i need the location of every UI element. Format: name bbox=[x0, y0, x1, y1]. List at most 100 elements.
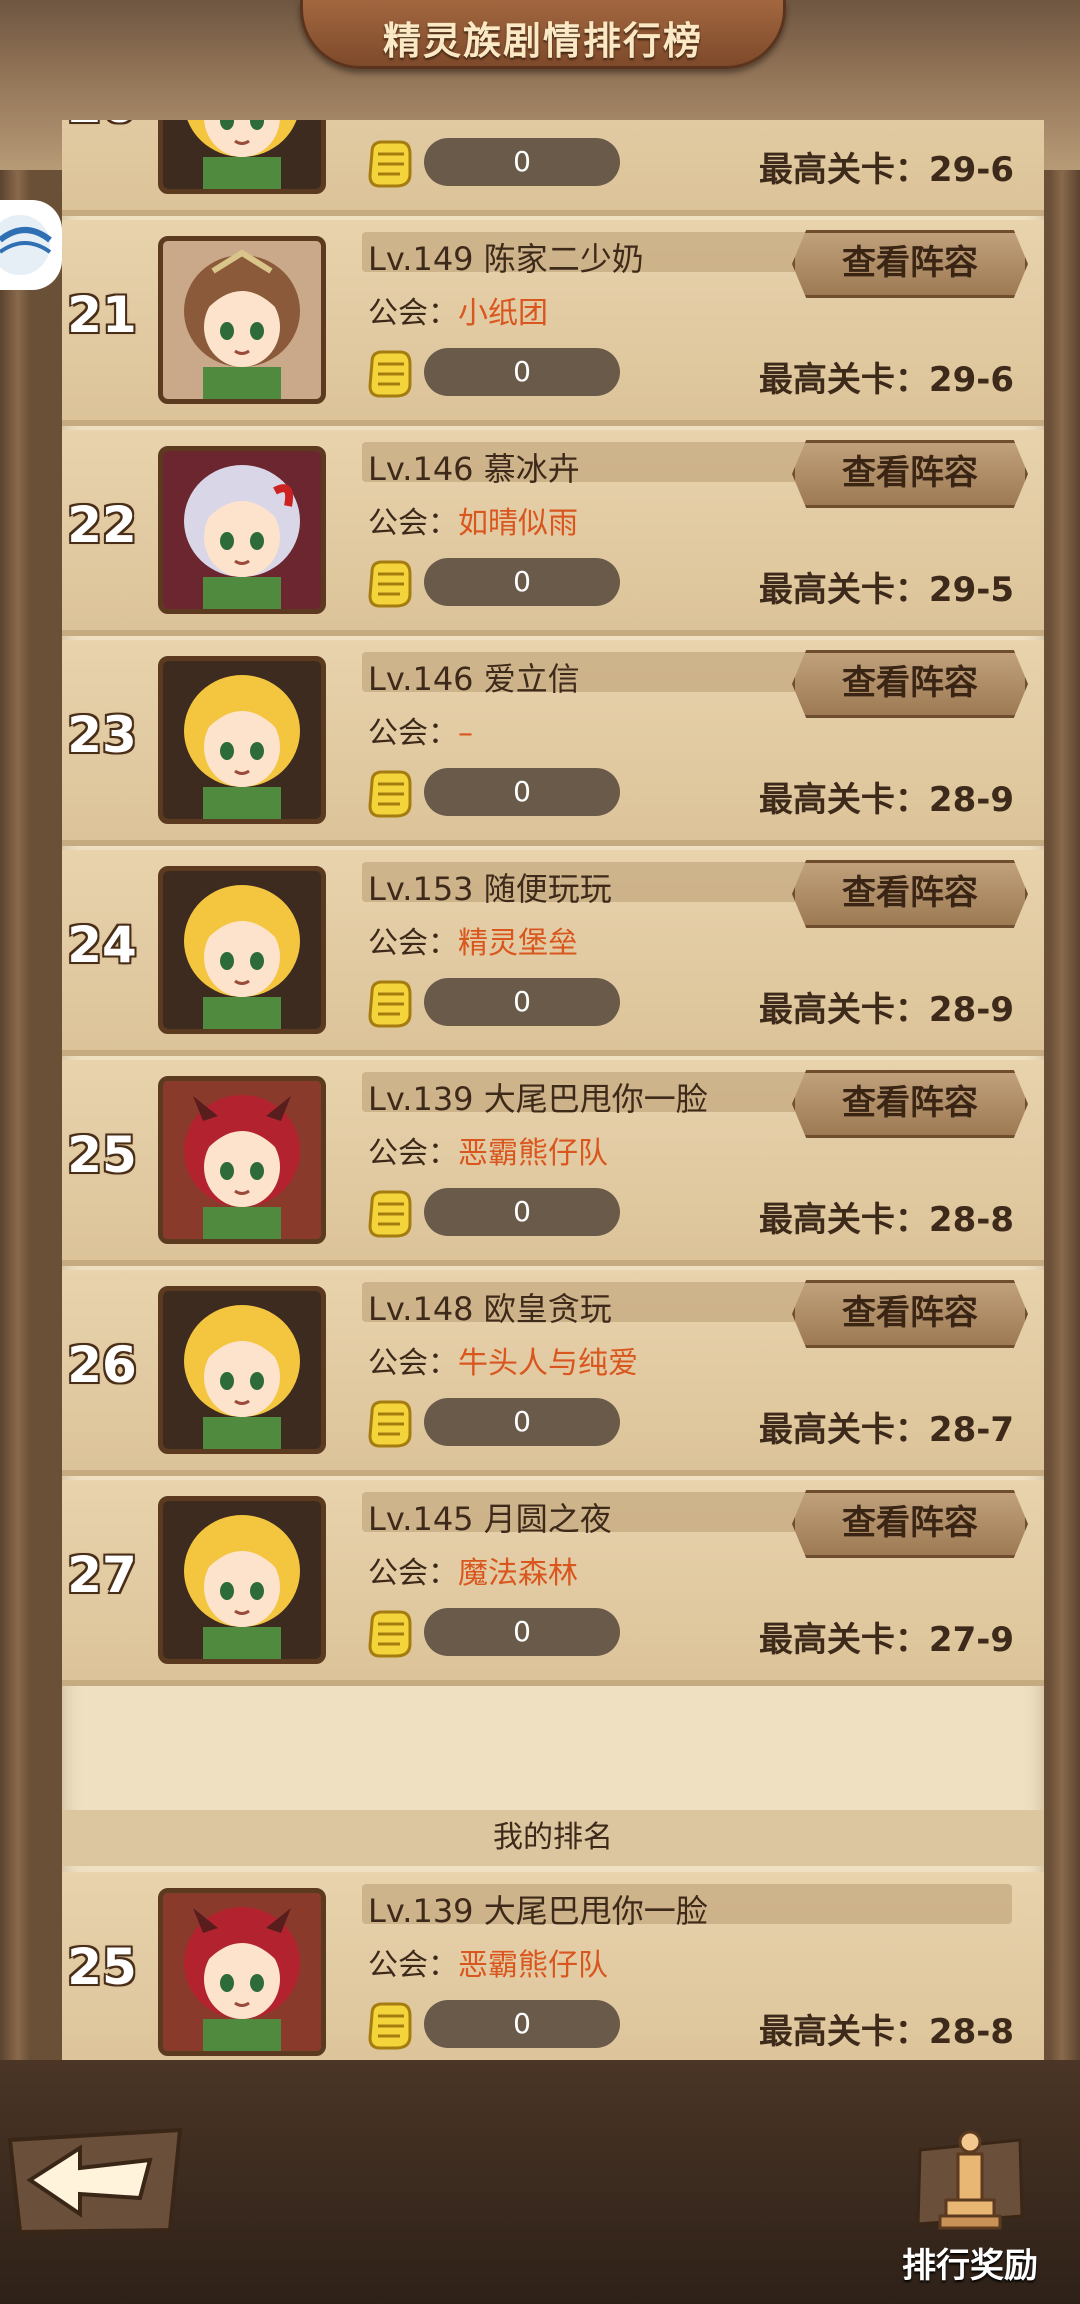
view-lineup-button[interactable]: 查看阵容 bbox=[792, 860, 1028, 928]
player-level: Lv.139 bbox=[368, 1080, 474, 1118]
guild-line: 公会：魔法森林 bbox=[368, 1548, 578, 1592]
rank-number: 23 bbox=[67, 706, 137, 764]
brunette-girl-icon[interactable] bbox=[158, 236, 326, 404]
ranking-reward-button[interactable]: 排行奖励 bbox=[880, 2120, 1060, 2290]
like-fist-icon[interactable] bbox=[364, 764, 414, 820]
highest-stage: 最高关卡：28-9 bbox=[759, 982, 1014, 1031]
ranking-row[interactable]: 21 Lv.149 陈家二少奶公会：小纸团 0 最高关卡：29-6 查看阵容 bbox=[62, 220, 1044, 426]
like-count: 0 bbox=[424, 1608, 620, 1656]
ranking-row[interactable]: 23 Lv.146 爱立信 公会：– 0 最高关卡：28-9 查看阵容 bbox=[62, 640, 1044, 846]
view-lineup-button[interactable]: 查看阵容 bbox=[792, 440, 1028, 508]
ranking-row[interactable]: 22 Lv.146 慕冰卉 公会：如晴似雨 0 最高关卡：29-5 查看阵容 bbox=[62, 430, 1044, 636]
stage-value: 28-9 bbox=[928, 780, 1014, 820]
stage-prefix: 最高关卡： bbox=[758, 360, 929, 400]
highest-stage: 最高关卡：29-6 bbox=[759, 352, 1014, 401]
view-lineup-button[interactable]: 查看阵容 bbox=[792, 1490, 1028, 1558]
player-level: Lv.146 bbox=[368, 450, 474, 488]
ranking-row[interactable]: 20 公会：王者荣耀 0 最高关卡：29-6 bbox=[62, 120, 1044, 216]
blonde-elf-icon[interactable] bbox=[158, 866, 326, 1034]
highest-stage: 最高关卡：28-8 bbox=[759, 2004, 1014, 2053]
red-hair-demon-icon[interactable] bbox=[158, 1888, 326, 2056]
player-name-line: Lv.146 慕冰卉 bbox=[368, 444, 580, 490]
blonde-elf-icon[interactable] bbox=[158, 656, 326, 824]
ranking-row[interactable]: 27 Lv.145 月圆之夜 公会：魔法森林 0 最高关卡：27-9 查看阵容 bbox=[62, 1480, 1044, 1686]
blonde-elf-icon[interactable] bbox=[158, 1496, 326, 1664]
ranking-reward-label: 排行奖励 bbox=[902, 2246, 1038, 2286]
like-count: 0 bbox=[424, 1188, 620, 1236]
player-name: 大尾巴甩你一脸 bbox=[483, 1892, 708, 1930]
like-count: 0 bbox=[424, 558, 620, 606]
view-lineup-button[interactable]: 查看阵容 bbox=[792, 1280, 1028, 1348]
like-fist-icon[interactable] bbox=[364, 554, 414, 610]
stage-value: 28-7 bbox=[928, 1410, 1014, 1450]
player-name: 慕冰卉 bbox=[483, 450, 580, 488]
ranking-row[interactable]: 24 Lv.153 随便玩玩 公会：精灵堡垒 0 最高关卡：28-9 查看阵容 bbox=[62, 850, 1044, 1056]
trophy-chess-icon bbox=[916, 2130, 1024, 2230]
guild-name: 恶霸熊仔队 bbox=[458, 1136, 608, 1171]
view-lineup-button[interactable]: 查看阵容 bbox=[792, 1070, 1028, 1138]
rank-number: 20 bbox=[62, 120, 142, 134]
rank-number: 22 bbox=[67, 496, 137, 554]
stage-prefix: 最高关卡： bbox=[758, 150, 929, 190]
highest-stage: 最高关卡：28-7 bbox=[759, 1402, 1014, 1451]
like-count: 0 bbox=[424, 2000, 620, 2048]
ranking-row[interactable]: 25 Lv.139 大尾巴甩你一脸 公会：恶霸熊仔队 0 最高关卡：28-8 查看阵容 bbox=[62, 1060, 1044, 1266]
blonde-elf-icon[interactable] bbox=[158, 1286, 326, 1454]
like-count: 0 bbox=[424, 978, 620, 1026]
like-fist-icon[interactable] bbox=[364, 344, 414, 400]
player-name-line: Lv.139 大尾巴甩你一脸 bbox=[368, 1886, 708, 1932]
back-button[interactable] bbox=[0, 2120, 190, 2240]
highest-stage: 最高关卡：29-6 bbox=[759, 142, 1014, 191]
view-lineup-button[interactable]: 查看阵容 bbox=[792, 650, 1028, 718]
guild-name: 牛头人与纯爱 bbox=[458, 1346, 638, 1381]
blonde-elf-icon[interactable] bbox=[158, 120, 326, 194]
like-count: 0 bbox=[424, 138, 620, 186]
like-fist-icon[interactable] bbox=[364, 974, 414, 1030]
player-level: Lv.153 bbox=[368, 870, 474, 908]
player-name: 大尾巴甩你一脸 bbox=[483, 1080, 708, 1118]
guild-line: 公会：小纸团 bbox=[368, 288, 548, 332]
player-level: Lv.149 bbox=[368, 240, 474, 278]
guild-prefix: 公会： bbox=[368, 506, 458, 541]
player-name-line: Lv.145 月圆之夜 bbox=[368, 1494, 612, 1540]
stage-prefix: 最高关卡： bbox=[758, 1410, 929, 1450]
player-level: Lv.148 bbox=[368, 1290, 474, 1328]
player-level: Lv.146 bbox=[368, 660, 474, 698]
like-fist-icon[interactable] bbox=[364, 134, 414, 190]
guild-name: 小纸团 bbox=[458, 296, 548, 331]
my-rank-header: 我的排名 bbox=[62, 1810, 1044, 1866]
like-fist-icon[interactable] bbox=[364, 1604, 414, 1660]
player-level: Lv.139 bbox=[368, 1892, 474, 1930]
like-fist-icon[interactable] bbox=[364, 1996, 414, 2052]
like-fist-icon[interactable] bbox=[364, 1184, 414, 1240]
like-count: 0 bbox=[424, 348, 620, 396]
silver-hair-girl-icon[interactable] bbox=[158, 446, 326, 614]
player-name-line: Lv.146 爱立信 bbox=[368, 654, 580, 700]
guild-name: 魔法森林 bbox=[458, 1556, 578, 1591]
guild-prefix: 公会： bbox=[368, 1346, 458, 1381]
rank-number: 21 bbox=[67, 286, 137, 344]
title-plate: 精灵族剧情排行榜 bbox=[300, 0, 786, 69]
player-name-line: Lv.153 随便玩玩 bbox=[368, 864, 612, 910]
stage-prefix: 最高关卡： bbox=[758, 1620, 929, 1660]
guild-prefix: 公会： bbox=[368, 1556, 458, 1591]
guild-prefix: 公会： bbox=[368, 1136, 458, 1171]
player-name: 欧皇贪玩 bbox=[483, 1290, 612, 1328]
guild-prefix: 公会： bbox=[368, 716, 458, 751]
floating-app-badge[interactable] bbox=[0, 200, 62, 290]
guild-prefix: 公会： bbox=[368, 1948, 458, 1983]
like-fist-icon[interactable] bbox=[364, 1394, 414, 1450]
stage-prefix: 最高关卡： bbox=[758, 990, 929, 1030]
ranking-list[interactable]: 20公会：王者荣耀0最高关卡：29-621Lv.149 陈家二少奶公会：小纸团0… bbox=[62, 120, 1044, 2060]
stage-value: 29-5 bbox=[928, 570, 1014, 610]
back-arrow-icon bbox=[7, 2127, 183, 2235]
ranking-row[interactable]: 26 Lv.148 欧皇贪玩 公会：牛头人与纯爱 0 最高关卡：28-7 查看阵容 bbox=[62, 1270, 1044, 1476]
guild-line: 公会：– bbox=[368, 708, 473, 752]
guild-prefix: 公会： bbox=[368, 120, 458, 121]
view-lineup-button[interactable]: 查看阵容 bbox=[792, 230, 1028, 298]
my-rank-row[interactable]: 25 Lv.139 大尾巴甩你一脸 公会：恶霸熊仔队 0 最高关卡：28-8 bbox=[62, 1872, 1044, 2060]
player-name: 陈家二少奶 bbox=[483, 240, 644, 278]
red-hair-demon-icon[interactable] bbox=[158, 1076, 326, 1244]
player-name-line: Lv.148 欧皇贪玩 bbox=[368, 1284, 612, 1330]
rank-number: 26 bbox=[67, 1336, 137, 1394]
